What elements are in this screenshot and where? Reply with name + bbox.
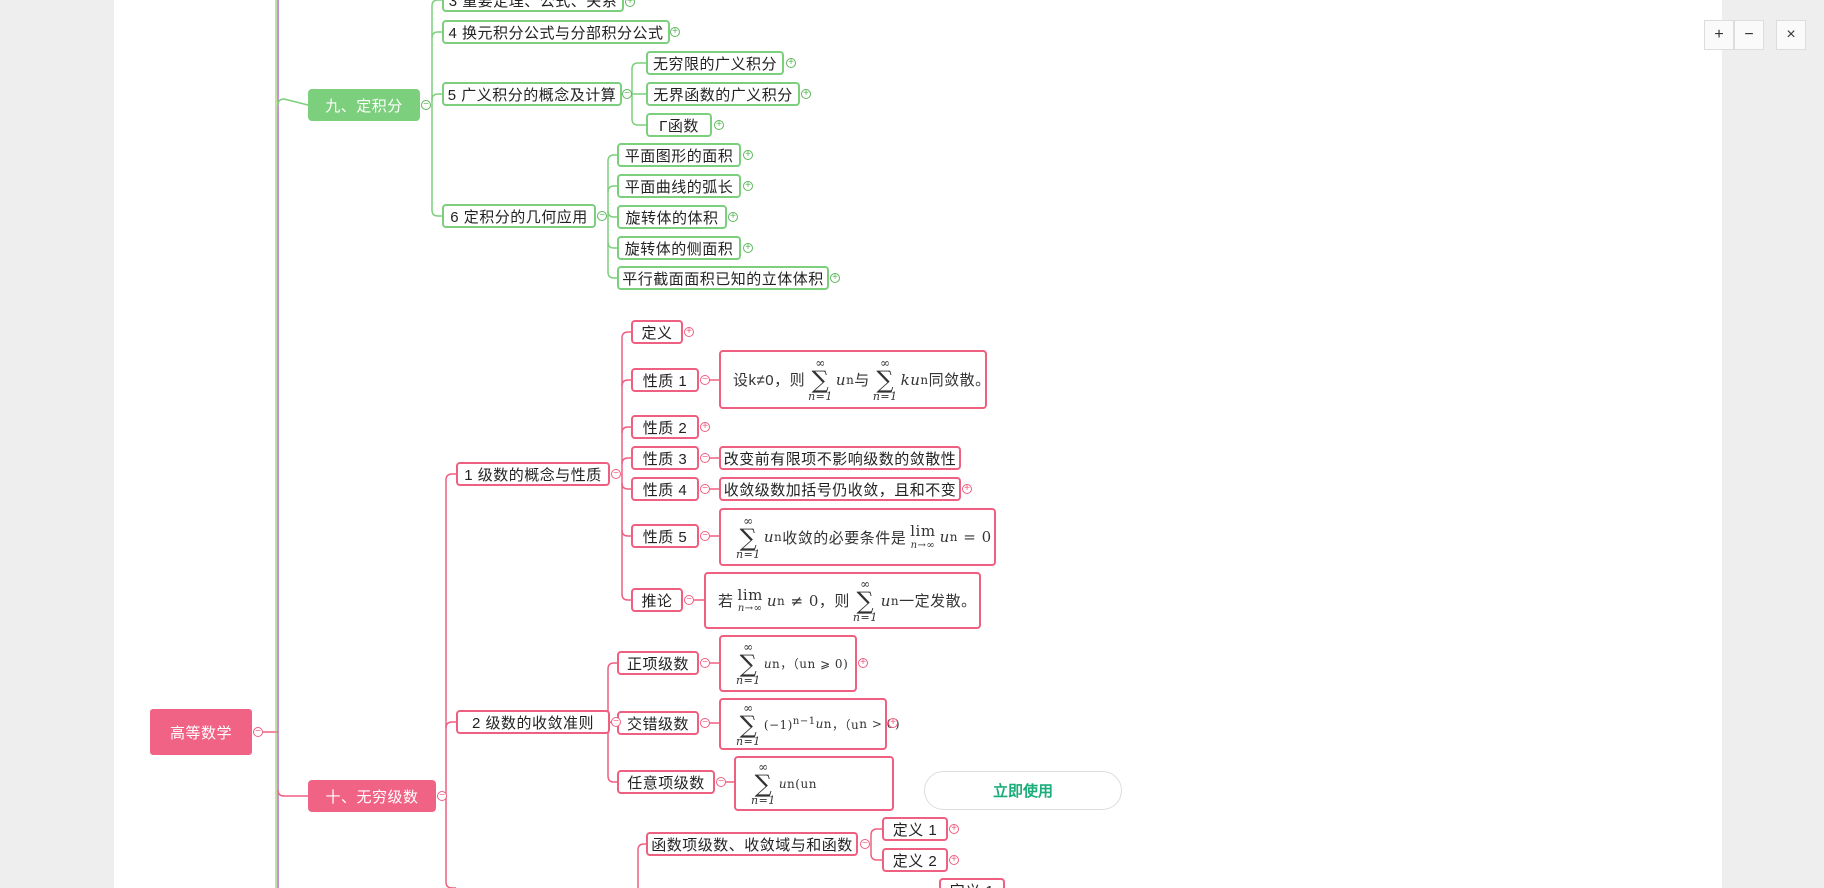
branch-definite-integral[interactable]: 九、定积分: [308, 89, 420, 121]
expand-toggle-icon[interactable]: +: [786, 58, 796, 68]
expand-toggle-icon[interactable]: +: [962, 484, 972, 494]
collapse-toggle-icon[interactable]: −: [421, 100, 431, 110]
formula-alternating-series[interactable]: ∞ ∑ n=1 (−1)n−1 u n ，（u n > 0): [719, 698, 900, 750]
formula-property-5[interactable]: ∞ ∑ n=1 un 收敛的必要条件是 lim n→∞ un = 0: [719, 508, 996, 566]
node-positive-series[interactable]: 正项级数: [617, 651, 699, 675]
node-alternating-series[interactable]: 交错级数: [617, 711, 699, 735]
node-function-series[interactable]: 函数项级数、收敛域与和函数: [646, 832, 858, 856]
node-corollary[interactable]: 推论: [631, 588, 683, 612]
node-important-theorems[interactable]: 3 重要定理、公式、关系: [442, 0, 624, 12]
collapse-toggle-icon[interactable]: −: [253, 727, 263, 737]
expand-toggle-icon[interactable]: +: [714, 120, 724, 130]
expand-toggle-icon[interactable]: +: [670, 27, 680, 37]
summation-symbol: ∞ ∑ n=1: [736, 700, 761, 748]
node-substitution-formula[interactable]: 4 换元积分公式与分部积分公式: [442, 20, 670, 44]
node-property-5[interactable]: 性质 5: [631, 524, 699, 548]
expand-toggle-icon[interactable]: +: [949, 855, 959, 865]
formula-text: 收敛的必要条件是: [782, 529, 907, 547]
zoom-in-button[interactable]: +: [1704, 20, 1734, 50]
expand-toggle-icon[interactable]: +: [801, 89, 811, 99]
text-property-4[interactable]: 收敛级数加括号仍收敛，且和不变: [719, 477, 961, 501]
limit-symbol: lim n→∞: [910, 522, 936, 551]
collapse-toggle-icon[interactable]: −: [611, 717, 621, 727]
collapse-toggle-icon[interactable]: −: [684, 595, 694, 605]
limit-symbol: lim n→∞: [737, 585, 763, 615]
collapse-toggle-icon[interactable]: −: [700, 453, 710, 463]
formula-text: 若: [718, 593, 734, 610]
node-arbitrary-series[interactable]: 任意项级数: [617, 770, 715, 794]
formula-property-1[interactable]: 设k≠0，则 ∞ ∑ n=1 un 与 ∞ ∑ n=1 kun 同敛散。: [719, 350, 990, 409]
expand-toggle-icon[interactable]: +: [858, 658, 868, 668]
connector-lines: [259, 0, 882, 888]
collapse-toggle-icon[interactable]: −: [437, 791, 447, 801]
collapse-toggle-icon[interactable]: −: [860, 839, 870, 849]
formula-text: 同敛散。: [928, 372, 991, 389]
formula-text: 一定发散。: [899, 593, 977, 610]
formula-positive-series[interactable]: ∞ ∑ n=1 u n ，（u n ⩾ 0): [719, 635, 857, 692]
summation-symbol: ∞ ∑ n=1: [736, 513, 761, 561]
collapse-toggle-icon[interactable]: −: [700, 375, 710, 385]
expand-toggle-icon[interactable]: +: [743, 150, 753, 160]
collapse-toggle-icon[interactable]: −: [700, 658, 710, 668]
collapse-toggle-icon[interactable]: −: [597, 211, 607, 221]
node-geometric-application[interactable]: 6 定积分的几何应用: [442, 204, 596, 228]
zoom-out-button[interactable]: −: [1734, 20, 1764, 50]
formula-text: ，则: [818, 593, 850, 610]
expand-toggle-icon[interactable]: +: [728, 212, 738, 222]
collapse-toggle-icon[interactable]: −: [700, 531, 710, 541]
node-convergence-criteria[interactable]: 2 级数的收敛准则: [456, 710, 610, 734]
node-property-3[interactable]: 性质 3: [631, 446, 699, 470]
node-plane-area[interactable]: 平面图形的面积: [617, 143, 741, 167]
node-fs-definition-1[interactable]: 定义 1: [882, 817, 948, 841]
root-node[interactable]: 高等数学: [150, 709, 252, 755]
node-infinite-limit-integral[interactable]: 无穷限的广义积分: [646, 51, 784, 75]
node-fs-definition-3[interactable]: 定义 1: [939, 878, 1005, 888]
node-fs-definition-2[interactable]: 定义 2: [882, 848, 948, 872]
summation-symbol: ∞ ∑ n=1: [736, 640, 761, 687]
node-definition[interactable]: 定义: [631, 320, 683, 344]
summation-symbol: ∞ ∑ n=1: [872, 356, 898, 403]
summation-symbol: ∞ ∑ n=1: [852, 577, 878, 624]
node-revolution-volume[interactable]: 旋转体的体积: [617, 205, 727, 229]
expand-toggle-icon[interactable]: +: [684, 327, 694, 337]
summation-symbol: ∞ ∑ n=1: [808, 356, 833, 403]
expand-toggle-icon[interactable]: +: [700, 422, 710, 432]
node-improper-integral[interactable]: 5 广义积分的概念及计算: [442, 82, 622, 106]
formula-corollary[interactable]: 若 lim n→∞ un ≠ 0 ，则 ∞ ∑ n=1 un 一定发散。: [704, 572, 981, 629]
branch-infinite-series[interactable]: 十、无穷级数: [308, 780, 436, 812]
collapse-toggle-icon[interactable]: −: [700, 484, 710, 494]
summation-symbol: ∞ ∑ n=1: [751, 760, 776, 807]
mindmap-canvas[interactable]: 高等数学 九、定积分 3 重要定理、公式、关系 4 换元积分公式与分部积分公式 …: [114, 0, 1722, 888]
node-arc-length[interactable]: 平面曲线的弧长: [617, 174, 741, 198]
expand-toggle-icon[interactable]: +: [743, 181, 753, 191]
node-series-concept[interactable]: 1 级数的概念与性质: [456, 462, 610, 486]
formula-arbitrary-series[interactable]: ∞ ∑ n=1 u n (u n: [734, 756, 894, 811]
expand-toggle-icon[interactable]: +: [949, 824, 959, 834]
expand-toggle-icon[interactable]: +: [830, 273, 840, 283]
formula-text: 设k≠0，则: [733, 372, 806, 389]
collapse-toggle-icon[interactable]: −: [622, 89, 632, 99]
node-gamma-function[interactable]: Γ函数: [646, 113, 712, 137]
use-now-button[interactable]: 立即使用: [924, 771, 1122, 810]
node-property-4[interactable]: 性质 4: [631, 477, 699, 501]
node-known-section-volume[interactable]: 平行截面面积已知的立体体积: [617, 266, 829, 290]
node-unbounded-function-integral[interactable]: 无界函数的广义积分: [646, 82, 800, 106]
collapse-toggle-icon[interactable]: −: [700, 718, 710, 728]
node-property-1[interactable]: 性质 1: [631, 368, 699, 392]
expand-toggle-icon[interactable]: +: [743, 243, 753, 253]
formula-text: 与: [854, 372, 870, 389]
node-revolution-surface[interactable]: 旋转体的侧面积: [617, 236, 741, 260]
node-property-2[interactable]: 性质 2: [631, 415, 699, 439]
expand-toggle-icon[interactable]: +: [888, 718, 898, 728]
collapse-toggle-icon[interactable]: −: [611, 469, 621, 479]
text-property-3[interactable]: 改变前有限项不影响级数的敛散性: [719, 446, 961, 470]
collapse-toggle-icon[interactable]: −: [716, 777, 726, 787]
close-button[interactable]: ×: [1776, 20, 1806, 50]
